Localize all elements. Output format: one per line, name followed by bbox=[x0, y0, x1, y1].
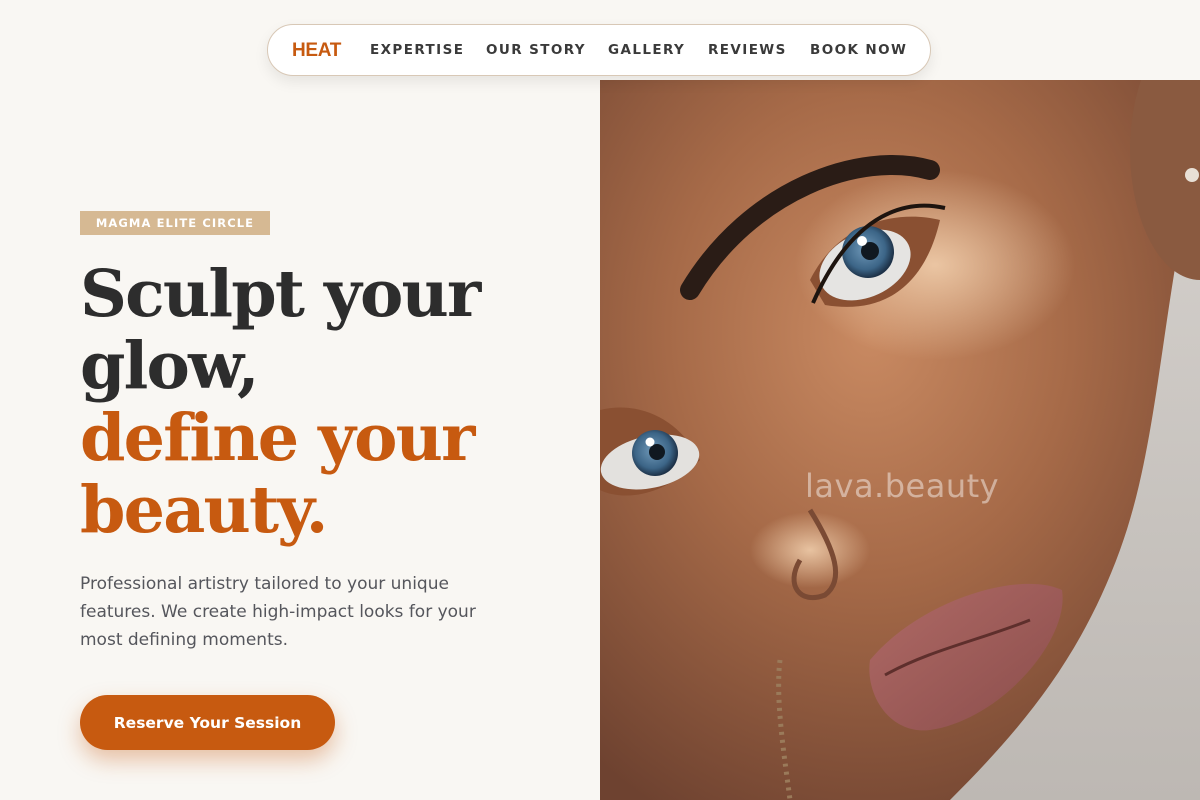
nose-highlight bbox=[750, 512, 870, 588]
lower-eye-pupil bbox=[649, 444, 665, 460]
nav-link-book-now[interactable]: BOOK NOW bbox=[810, 42, 907, 58]
nav-link-gallery[interactable]: GALLERY bbox=[608, 42, 685, 58]
model-portrait-illustration bbox=[600, 80, 1200, 800]
nav-link-expertise[interactable]: EXPERTISE bbox=[370, 42, 464, 58]
headline-line-2: glow, bbox=[80, 328, 260, 404]
headline-line-1: Sculpt your bbox=[80, 256, 481, 332]
lower-eye-catchlight bbox=[645, 437, 655, 447]
membership-badge: MAGMA ELITE CIRCLE bbox=[80, 211, 270, 235]
earring bbox=[1185, 168, 1199, 182]
upper-eye-catchlight bbox=[857, 236, 867, 246]
top-navigation: HEAT EXPERTISE OUR STORY GALLERY REVIEWS… bbox=[267, 24, 931, 76]
hero-headline: Sculpt your glow, define your beauty. bbox=[80, 258, 600, 546]
nav-link-our-story[interactable]: OUR STORY bbox=[486, 42, 586, 58]
nav-link-reviews[interactable]: REVIEWS bbox=[708, 42, 787, 58]
hero-photo: lava.beauty bbox=[600, 80, 1200, 800]
headline-accent-line-2: beauty. bbox=[80, 472, 328, 548]
reserve-session-button[interactable]: Reserve Your Session bbox=[80, 695, 335, 750]
hero-description: Professional artistry tailored to your u… bbox=[80, 574, 476, 650]
headline-accent-line-1: define your bbox=[80, 400, 475, 476]
photo-watermark: lava.beauty bbox=[805, 467, 1000, 505]
brand-logo[interactable]: HEAT bbox=[292, 40, 341, 62]
